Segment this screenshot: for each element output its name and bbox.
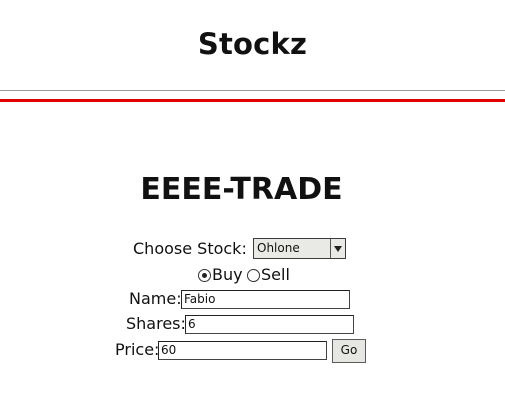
stock-select[interactable]: Ohlone: [253, 238, 346, 259]
stock-select-value: Ohlone: [257, 241, 300, 255]
choose-stock-label: Choose Stock:: [133, 239, 247, 258]
site-title: Stockz: [197, 27, 308, 61]
buy-radio[interactable]: [198, 269, 211, 282]
shares-label: Shares:: [126, 314, 186, 333]
header-divider-red: [0, 99, 505, 102]
shares-input[interactable]: 6: [185, 315, 354, 334]
price-label: Price:: [115, 340, 160, 359]
buy-label[interactable]: Buy: [212, 265, 243, 285]
buy-radio-dot: [202, 273, 207, 278]
name-input[interactable]: Fabio: [181, 290, 350, 309]
name-label: Name:: [129, 289, 182, 308]
price-input[interactable]: 60: [158, 341, 327, 360]
chevron-down-icon[interactable]: [330, 239, 345, 258]
sell-radio[interactable]: [247, 269, 260, 282]
header-divider-gray: [0, 90, 505, 91]
page-heading: EEEE-TRADE: [140, 172, 343, 207]
sell-label[interactable]: Sell: [261, 265, 290, 285]
go-button[interactable]: Go: [332, 339, 366, 363]
page: Stockz EEEE-TRADE Choose Stock: Ohlone B…: [0, 0, 505, 407]
